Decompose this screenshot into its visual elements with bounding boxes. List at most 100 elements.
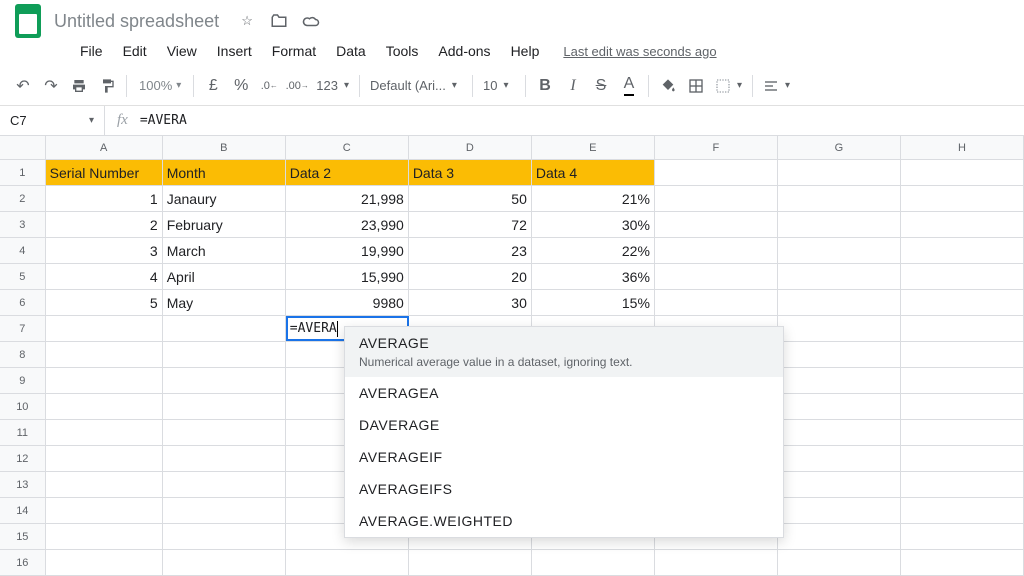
row-header[interactable]: 8 <box>0 342 46 367</box>
cell-H11[interactable] <box>901 420 1024 445</box>
fill-color-button[interactable] <box>655 73 681 99</box>
row-header[interactable]: 2 <box>0 186 46 211</box>
cell-G7[interactable] <box>778 316 901 341</box>
cell-A3[interactable]: 2 <box>46 212 163 237</box>
cell-H8[interactable] <box>901 342 1024 367</box>
cell-F6[interactable] <box>655 290 778 315</box>
cell-G9[interactable] <box>778 368 901 393</box>
select-all-corner[interactable] <box>0 136 46 159</box>
strikethrough-button[interactable]: S <box>588 73 614 99</box>
menu-insert[interactable]: Insert <box>209 39 260 63</box>
cell-E16[interactable] <box>532 550 655 575</box>
cell-H14[interactable] <box>901 498 1024 523</box>
cell-G5[interactable] <box>778 264 901 289</box>
cell-A10[interactable] <box>46 394 163 419</box>
cell-B6[interactable]: May <box>163 290 286 315</box>
cell-F3[interactable] <box>655 212 778 237</box>
cell-H12[interactable] <box>901 446 1024 471</box>
cell-C16[interactable] <box>286 550 409 575</box>
paint-format-button[interactable] <box>94 73 120 99</box>
row-header[interactable]: 10 <box>0 394 46 419</box>
col-header-D[interactable]: D <box>409 136 532 159</box>
cell-A14[interactable] <box>46 498 163 523</box>
cell-A9[interactable] <box>46 368 163 393</box>
cell-H6[interactable] <box>901 290 1024 315</box>
cell-B14[interactable] <box>163 498 286 523</box>
menu-file[interactable]: File <box>72 39 111 63</box>
cell-B1[interactable]: Month <box>163 160 286 185</box>
col-header-E[interactable]: E <box>532 136 655 159</box>
row-header[interactable]: 13 <box>0 472 46 497</box>
menu-view[interactable]: View <box>159 39 205 63</box>
row-header[interactable]: 12 <box>0 446 46 471</box>
italic-button[interactable]: I <box>560 73 586 99</box>
suggestion-item[interactable]: AVERAGEIFS <box>345 473 783 505</box>
suggestion-item[interactable]: AVERAGEIF <box>345 441 783 473</box>
cell-B3[interactable]: February <box>163 212 286 237</box>
cell-H13[interactable] <box>901 472 1024 497</box>
text-color-button[interactable]: A <box>616 73 642 99</box>
last-edit-link[interactable]: Last edit was seconds ago <box>563 44 716 59</box>
currency-button[interactable]: £ <box>200 73 226 99</box>
cell-G3[interactable] <box>778 212 901 237</box>
cell-A2[interactable]: 1 <box>46 186 163 211</box>
row-header[interactable]: 15 <box>0 524 46 549</box>
cell-E2[interactable]: 21% <box>532 186 655 211</box>
cell-G2[interactable] <box>778 186 901 211</box>
suggestion-item[interactable]: AVERAGE.WEIGHTED <box>345 505 783 537</box>
col-header-H[interactable]: H <box>901 136 1024 159</box>
cell-B16[interactable] <box>163 550 286 575</box>
cell-H1[interactable] <box>901 160 1024 185</box>
cell-G16[interactable] <box>778 550 901 575</box>
cell-E1[interactable]: Data 4 <box>532 160 655 185</box>
cell-H10[interactable] <box>901 394 1024 419</box>
percent-button[interactable]: % <box>228 73 254 99</box>
borders-button[interactable] <box>683 73 709 99</box>
menu-edit[interactable]: Edit <box>115 39 155 63</box>
print-button[interactable] <box>66 73 92 99</box>
cell-F5[interactable] <box>655 264 778 289</box>
star-icon[interactable]: ☆ <box>237 11 257 31</box>
cell-G11[interactable] <box>778 420 901 445</box>
increase-decimals-button[interactable]: .00→ <box>284 73 310 99</box>
cell-G4[interactable] <box>778 238 901 263</box>
cell-B4[interactable]: March <box>163 238 286 263</box>
cell-C4[interactable]: 19,990 <box>286 238 409 263</box>
cloud-icon[interactable] <box>301 11 321 31</box>
cell-B11[interactable] <box>163 420 286 445</box>
cell-B10[interactable] <box>163 394 286 419</box>
cell-B2[interactable]: Janaury <box>163 186 286 211</box>
col-header-B[interactable]: B <box>163 136 286 159</box>
cell-D4[interactable]: 23 <box>409 238 532 263</box>
formula-input[interactable]: =AVERA <box>140 113 1024 128</box>
font-size-dropdown[interactable]: 10▾ <box>479 78 519 93</box>
zoom-dropdown[interactable]: 100%▾ <box>133 78 187 93</box>
cell-E4[interactable]: 22% <box>532 238 655 263</box>
col-header-A[interactable]: A <box>46 136 163 159</box>
cell-H3[interactable] <box>901 212 1024 237</box>
undo-button[interactable]: ↶ <box>10 73 36 99</box>
cell-H7[interactable] <box>901 316 1024 341</box>
name-box[interactable]: C7 <box>0 106 105 135</box>
col-header-G[interactable]: G <box>778 136 901 159</box>
suggestion-item[interactable]: AVERAGEA <box>345 377 783 409</box>
decrease-decimals-button[interactable]: .0← <box>256 73 282 99</box>
col-header-C[interactable]: C <box>286 136 409 159</box>
redo-button[interactable]: ↷ <box>38 73 64 99</box>
cell-D1[interactable]: Data 3 <box>409 160 532 185</box>
cell-E3[interactable]: 30% <box>532 212 655 237</box>
cell-A13[interactable] <box>46 472 163 497</box>
document-title[interactable]: Untitled spreadsheet <box>54 11 219 32</box>
cell-G15[interactable] <box>778 524 901 549</box>
cell-F4[interactable] <box>655 238 778 263</box>
font-dropdown[interactable]: Default (Ari...▾ <box>366 78 466 93</box>
cell-E6[interactable]: 15% <box>532 290 655 315</box>
cell-D16[interactable] <box>409 550 532 575</box>
cell-D5[interactable]: 20 <box>409 264 532 289</box>
row-header[interactable]: 16 <box>0 550 46 575</box>
cell-B15[interactable] <box>163 524 286 549</box>
bold-button[interactable]: B <box>532 73 558 99</box>
cell-A5[interactable]: 4 <box>46 264 163 289</box>
cell-G6[interactable] <box>778 290 901 315</box>
cell-H2[interactable] <box>901 186 1024 211</box>
